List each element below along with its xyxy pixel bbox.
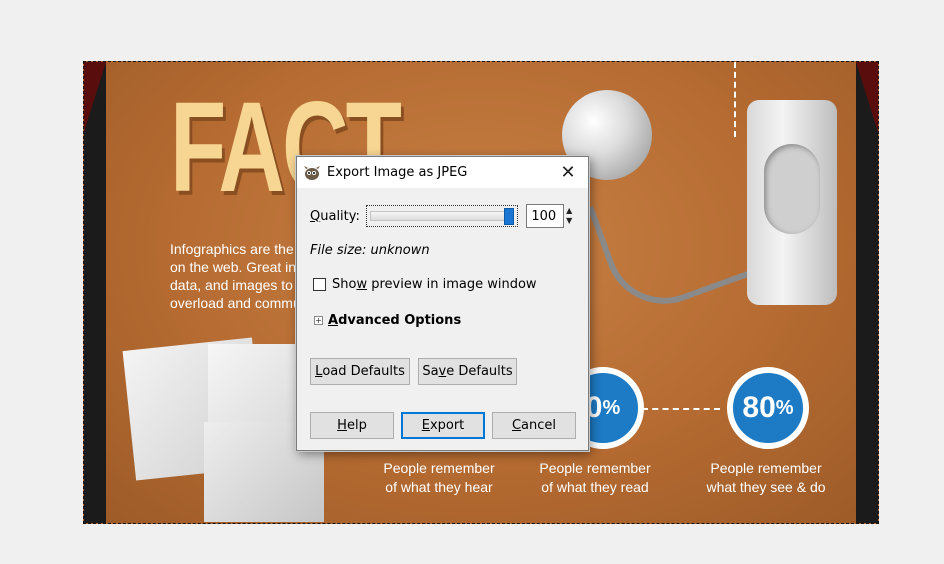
show-preview-label[interactable]: Show preview in image window	[332, 277, 537, 292]
show-preview-checkbox-row[interactable]: Show preview in image window	[313, 277, 537, 292]
export-jpeg-dialog[interactable]: Export Image as JPEG ✕ Quality: 100 ▲ ▼ …	[296, 156, 589, 451]
close-icon: ✕	[560, 162, 576, 183]
quality-slider-fill	[370, 212, 514, 220]
export-button[interactable]: Export	[401, 412, 485, 439]
quality-label: Quality:	[310, 209, 366, 224]
stat-caption-see: People remember what they see & do	[691, 459, 841, 497]
button-mnemonic: L	[315, 364, 323, 379]
socket-hole-illustration	[764, 144, 820, 234]
quality-spinbox[interactable]: 100	[526, 204, 565, 228]
help-button[interactable]: Help	[310, 412, 394, 439]
caption-line: what they see & do	[706, 479, 826, 495]
caption-line: of what they hear	[385, 479, 493, 495]
gimp-icon	[303, 165, 321, 181]
spin-up-icon[interactable]: ▲	[566, 206, 576, 216]
button-mnemonic: H	[337, 418, 347, 433]
quality-label-text: uality:	[320, 208, 360, 224]
caption-line: People remember	[383, 460, 495, 476]
button-mnemonic: E	[421, 418, 430, 433]
quality-slider-track[interactable]	[369, 211, 515, 221]
advanced-label-text: dvanced Options	[338, 313, 462, 328]
advanced-label-mnemonic: A	[328, 313, 339, 328]
advanced-options-label[interactable]: Advanced Options	[328, 313, 461, 328]
save-defaults-button[interactable]: Sa v e Defaults	[418, 358, 517, 385]
close-button[interactable]: ✕	[548, 157, 588, 188]
preview-label-mnemonic: w	[356, 277, 368, 292]
quality-value[interactable]: 100	[531, 209, 556, 224]
preview-label-part: Sho	[332, 277, 357, 292]
image-left-ribbon	[84, 62, 106, 132]
preview-label-part: preview in image window	[367, 277, 537, 292]
expander-plus-icon[interactable]: +	[314, 316, 323, 325]
image-right-ribbon	[856, 62, 878, 132]
quality-row: Quality: 100 ▲ ▼	[310, 203, 576, 229]
dotted-connector-vertical	[734, 62, 736, 137]
dialog-title: Export Image as JPEG	[327, 165, 468, 180]
quality-slider[interactable]	[365, 205, 519, 227]
button-mnemonic: C	[511, 418, 522, 433]
button-label: Sa	[422, 364, 439, 379]
caption-line: People remember	[710, 460, 822, 476]
stat-caption-read: People remember of what they read	[520, 459, 670, 497]
quality-label-mnemonic: Q	[310, 208, 321, 224]
stat-value: 80	[742, 391, 776, 424]
show-preview-checkbox[interactable]	[313, 278, 326, 291]
quality-spin-arrows[interactable]: ▲ ▼	[566, 204, 576, 228]
stat-caption-hear: People remember of what they hear	[364, 459, 514, 497]
stat-unit: %	[602, 396, 621, 419]
button-label: xport	[429, 418, 465, 433]
file-size-label: File size: unknown	[310, 243, 430, 258]
button-label: elp	[346, 418, 367, 433]
stat-circle-see: 80%	[727, 367, 809, 449]
cancel-button[interactable]: Cancel	[492, 412, 576, 439]
dotted-connector-horizontal	[642, 408, 720, 410]
button-mnemonic: v	[438, 364, 447, 379]
load-defaults-button[interactable]: Load Defaults	[310, 358, 410, 385]
advanced-options-expander[interactable]: + Advanced Options	[314, 313, 461, 328]
dialog-titlebar[interactable]: Export Image as JPEG ✕	[297, 157, 588, 188]
stat-unit: %	[775, 396, 794, 419]
caption-line: People remember	[539, 460, 651, 476]
button-label: ancel	[521, 418, 557, 433]
caption-line: of what they read	[541, 479, 649, 495]
button-label: e Defaults	[446, 364, 513, 379]
spin-down-icon[interactable]: ▼	[566, 216, 576, 226]
button-label: oad Defaults	[322, 364, 405, 379]
quality-slider-thumb[interactable]	[504, 208, 515, 225]
